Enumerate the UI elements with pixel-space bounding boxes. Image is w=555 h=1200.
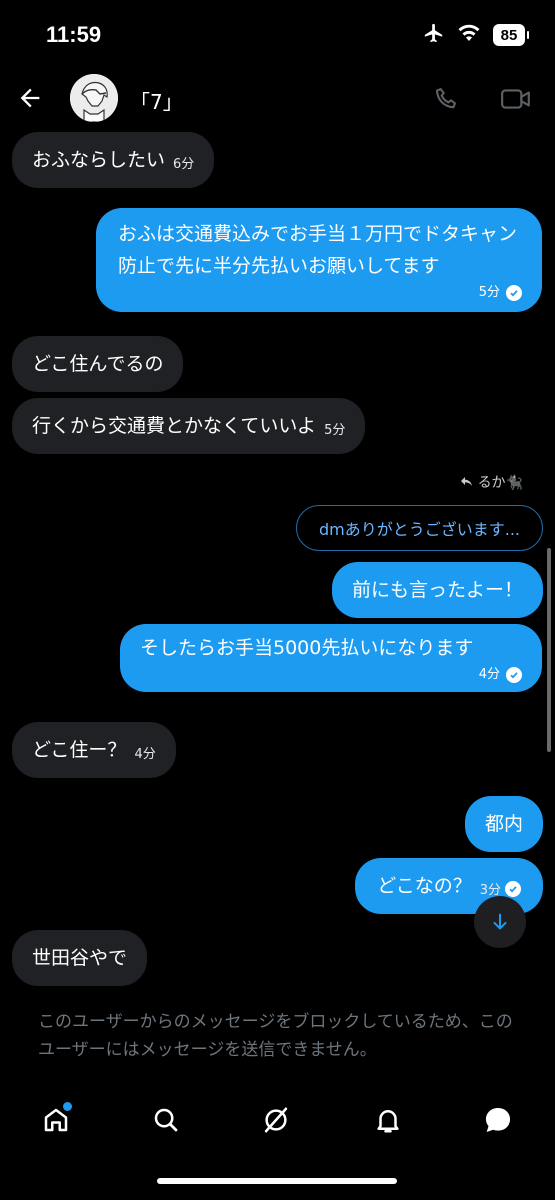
- tab-home[interactable]: [34, 1098, 78, 1142]
- message-received[interactable]: 世田谷やで: [12, 930, 148, 986]
- message-timestamp: 4分: [134, 747, 156, 762]
- arrow-left-icon: [20, 88, 40, 108]
- bell-icon: [377, 1110, 399, 1133]
- scrollbar[interactable]: [547, 548, 551, 752]
- home-indicator: [157, 1178, 397, 1184]
- message-timestamp: 5分: [478, 285, 500, 300]
- read-check-icon: [505, 881, 521, 897]
- message-text: どこなの？: [377, 875, 472, 897]
- quoted-message[interactable]: dmありがとうございます...: [295, 505, 543, 551]
- reply-target-name: るか🐈‍⬛: [477, 475, 523, 491]
- message-sent[interactable]: 都内: [464, 796, 543, 852]
- message-sent[interactable]: そしたらお手当5000先払いになります 4分: [120, 624, 542, 692]
- message-received[interactable]: 行くから交通費とかなくていいよ 5分: [12, 398, 366, 454]
- avatar-illustration-icon: [70, 74, 118, 122]
- status-icons: 85: [423, 22, 529, 48]
- video-camera-icon: [501, 89, 530, 109]
- avatar[interactable]: [70, 74, 118, 122]
- tab-notifications[interactable]: [366, 1098, 410, 1142]
- video-call-button[interactable]: [496, 82, 536, 116]
- grok-icon: [264, 1107, 288, 1133]
- bottom-tab-bar: [0, 1090, 555, 1150]
- message-text: 前にも言ったよー！: [351, 579, 523, 601]
- message-text: 行くから交通費とかなくていいよ: [32, 415, 317, 437]
- battery-indicator: 85: [493, 24, 529, 46]
- blocked-notice: このユーザーからのメッセージをブロックしているため、このユーザーにはメッセージを…: [38, 1012, 513, 1060]
- voice-call-button[interactable]: [430, 82, 464, 116]
- tab-grok[interactable]: [254, 1098, 298, 1142]
- tab-messages[interactable]: [476, 1098, 520, 1142]
- message-text: 都内: [484, 813, 523, 835]
- reply-context: るか🐈‍⬛: [460, 472, 523, 492]
- message-timestamp: 5分: [324, 423, 346, 438]
- message-bubble-icon: [485, 1107, 511, 1133]
- message-received[interactable]: おふならしたい 6分: [12, 132, 215, 188]
- message-text: どこ住んでるの: [32, 353, 164, 375]
- airplane-icon: [423, 22, 445, 48]
- reply-arrow-icon: [460, 477, 472, 486]
- status-time: 11:59: [46, 22, 102, 47]
- read-check-icon: [506, 667, 522, 683]
- message-text: そしたらお手当5000先払いになります: [140, 637, 474, 659]
- wifi-icon: [457, 23, 481, 47]
- message-meta: 4分: [140, 666, 522, 684]
- phone-icon: [435, 88, 456, 109]
- message-text: どこ住ー？: [32, 739, 127, 761]
- message-timestamp: 4分: [478, 667, 500, 682]
- message-received[interactable]: どこ住んでるの: [12, 336, 184, 392]
- message-received[interactable]: どこ住ー？ 4分: [12, 722, 176, 778]
- arrow-down-icon: [493, 913, 507, 930]
- message-timestamp: 6分: [173, 157, 195, 172]
- read-check-icon: [506, 285, 522, 301]
- tab-search[interactable]: [144, 1098, 188, 1142]
- status-bar: 11:59 85: [0, 0, 555, 70]
- quoted-message-text: dmありがとうございます...: [318, 520, 520, 539]
- message-meta: 5分: [118, 284, 522, 302]
- message-sent[interactable]: おふは交通費込みでお手当１万円でドタキャン防止で先に半分先払いお願いしてます 5…: [96, 208, 542, 312]
- scroll-to-bottom-button[interactable]: [474, 896, 526, 948]
- message-text: 世田谷やで: [32, 947, 128, 969]
- back-button[interactable]: [12, 80, 48, 116]
- contact-name[interactable]: 「7」: [130, 86, 183, 115]
- message-text: おふは交通費込みでお手当１万円でドタキャン防止で先に半分先払いお願いしてます: [118, 223, 518, 277]
- search-icon: [154, 1108, 178, 1132]
- message-text: おふならしたい: [32, 149, 166, 171]
- message-sent[interactable]: 前にも言ったよー！: [331, 562, 543, 618]
- notification-dot: [63, 1102, 72, 1111]
- chat-header: 「7」: [0, 72, 555, 128]
